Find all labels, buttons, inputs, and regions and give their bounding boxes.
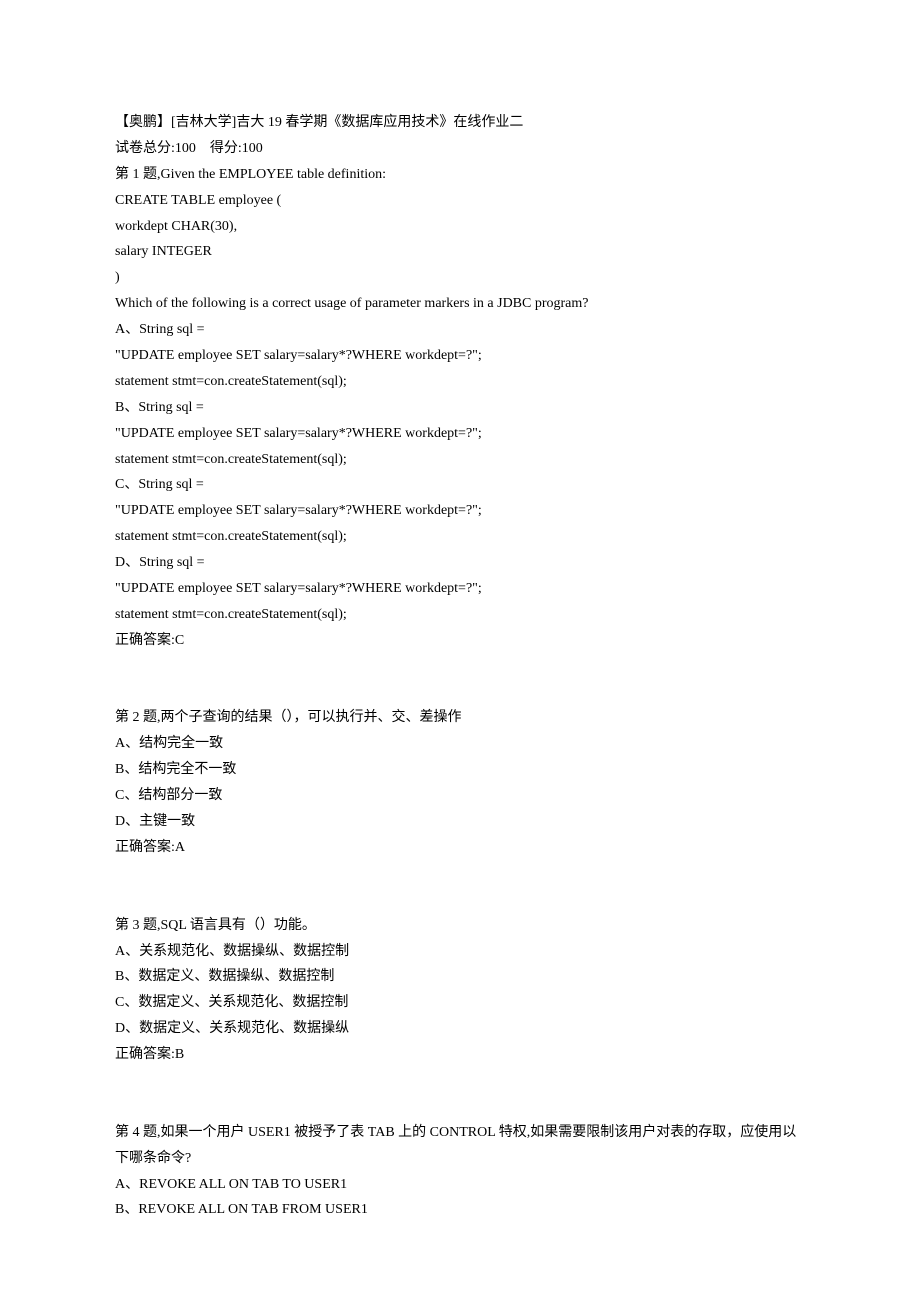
- q1-option-d-line3: statement stmt=con.createStatement(sql);: [115, 602, 805, 628]
- q1-prompt-line1: 第 1 题,Given the EMPLOYEE table definitio…: [115, 162, 805, 188]
- q1-prompt-line3: workdept CHAR(30),: [115, 214, 805, 240]
- q3-option-b: B、数据定义、数据操纵、数据控制: [115, 964, 805, 990]
- q2-option-b: B、结构完全不一致: [115, 757, 805, 783]
- blank-line: [115, 1068, 805, 1094]
- q1-prompt-line5: ): [115, 265, 805, 291]
- blank-line: [115, 1094, 805, 1120]
- q2-option-a: A、结构完全一致: [115, 731, 805, 757]
- q1-option-d-line1: D、String sql =: [115, 550, 805, 576]
- q3-option-c: C、数据定义、关系规范化、数据控制: [115, 990, 805, 1016]
- blank-line: [115, 861, 805, 887]
- q1-option-b-line3: statement stmt=con.createStatement(sql);: [115, 447, 805, 473]
- q4-option-b: B、REVOKE ALL ON TAB FROM USER1: [115, 1197, 805, 1223]
- q2-answer: 正确答案:A: [115, 835, 805, 861]
- q1-option-a-line3: statement stmt=con.createStatement(sql);: [115, 369, 805, 395]
- q2-prompt: 第 2 题,两个子查询的结果（），可以执行并、交、差操作: [115, 705, 805, 731]
- q4-prompt: 第 4 题,如果一个用户 USER1 被授予了表 TAB 上的 CONTROL …: [115, 1120, 805, 1172]
- q1-answer: 正确答案:C: [115, 628, 805, 654]
- q1-option-c-line1: C、String sql =: [115, 472, 805, 498]
- q1-prompt-line4: salary INTEGER: [115, 239, 805, 265]
- q2-option-c: C、结构部分一致: [115, 783, 805, 809]
- q1-option-c-line3: statement stmt=con.createStatement(sql);: [115, 524, 805, 550]
- score-line: 试卷总分:100 得分:100: [115, 136, 805, 162]
- blank-line: [115, 654, 805, 680]
- q3-option-a: A、关系规范化、数据操纵、数据控制: [115, 939, 805, 965]
- document-title: 【奥鹏】[吉林大学]吉大 19 春学期《数据库应用技术》在线作业二: [115, 110, 805, 136]
- q3-answer: 正确答案:B: [115, 1042, 805, 1068]
- q1-option-d-line2: "UPDATE employee SET salary=salary*?WHER…: [115, 576, 805, 602]
- blank-line: [115, 680, 805, 706]
- q1-prompt-line6: Which of the following is a correct usag…: [115, 291, 805, 317]
- q3-option-d: D、数据定义、关系规范化、数据操纵: [115, 1016, 805, 1042]
- q1-option-b-line2: "UPDATE employee SET salary=salary*?WHER…: [115, 421, 805, 447]
- q2-option-d: D、主键一致: [115, 809, 805, 835]
- q3-prompt: 第 3 题,SQL 语言具有（）功能。: [115, 913, 805, 939]
- q1-option-c-line2: "UPDATE employee SET salary=salary*?WHER…: [115, 498, 805, 524]
- q1-option-a-line1: A、String sql =: [115, 317, 805, 343]
- q1-option-b-line1: B、String sql =: [115, 395, 805, 421]
- q4-option-a: A、REVOKE ALL ON TAB TO USER1: [115, 1172, 805, 1198]
- blank-line: [115, 887, 805, 913]
- q1-option-a-line2: "UPDATE employee SET salary=salary*?WHER…: [115, 343, 805, 369]
- q1-prompt-line2: CREATE TABLE employee (: [115, 188, 805, 214]
